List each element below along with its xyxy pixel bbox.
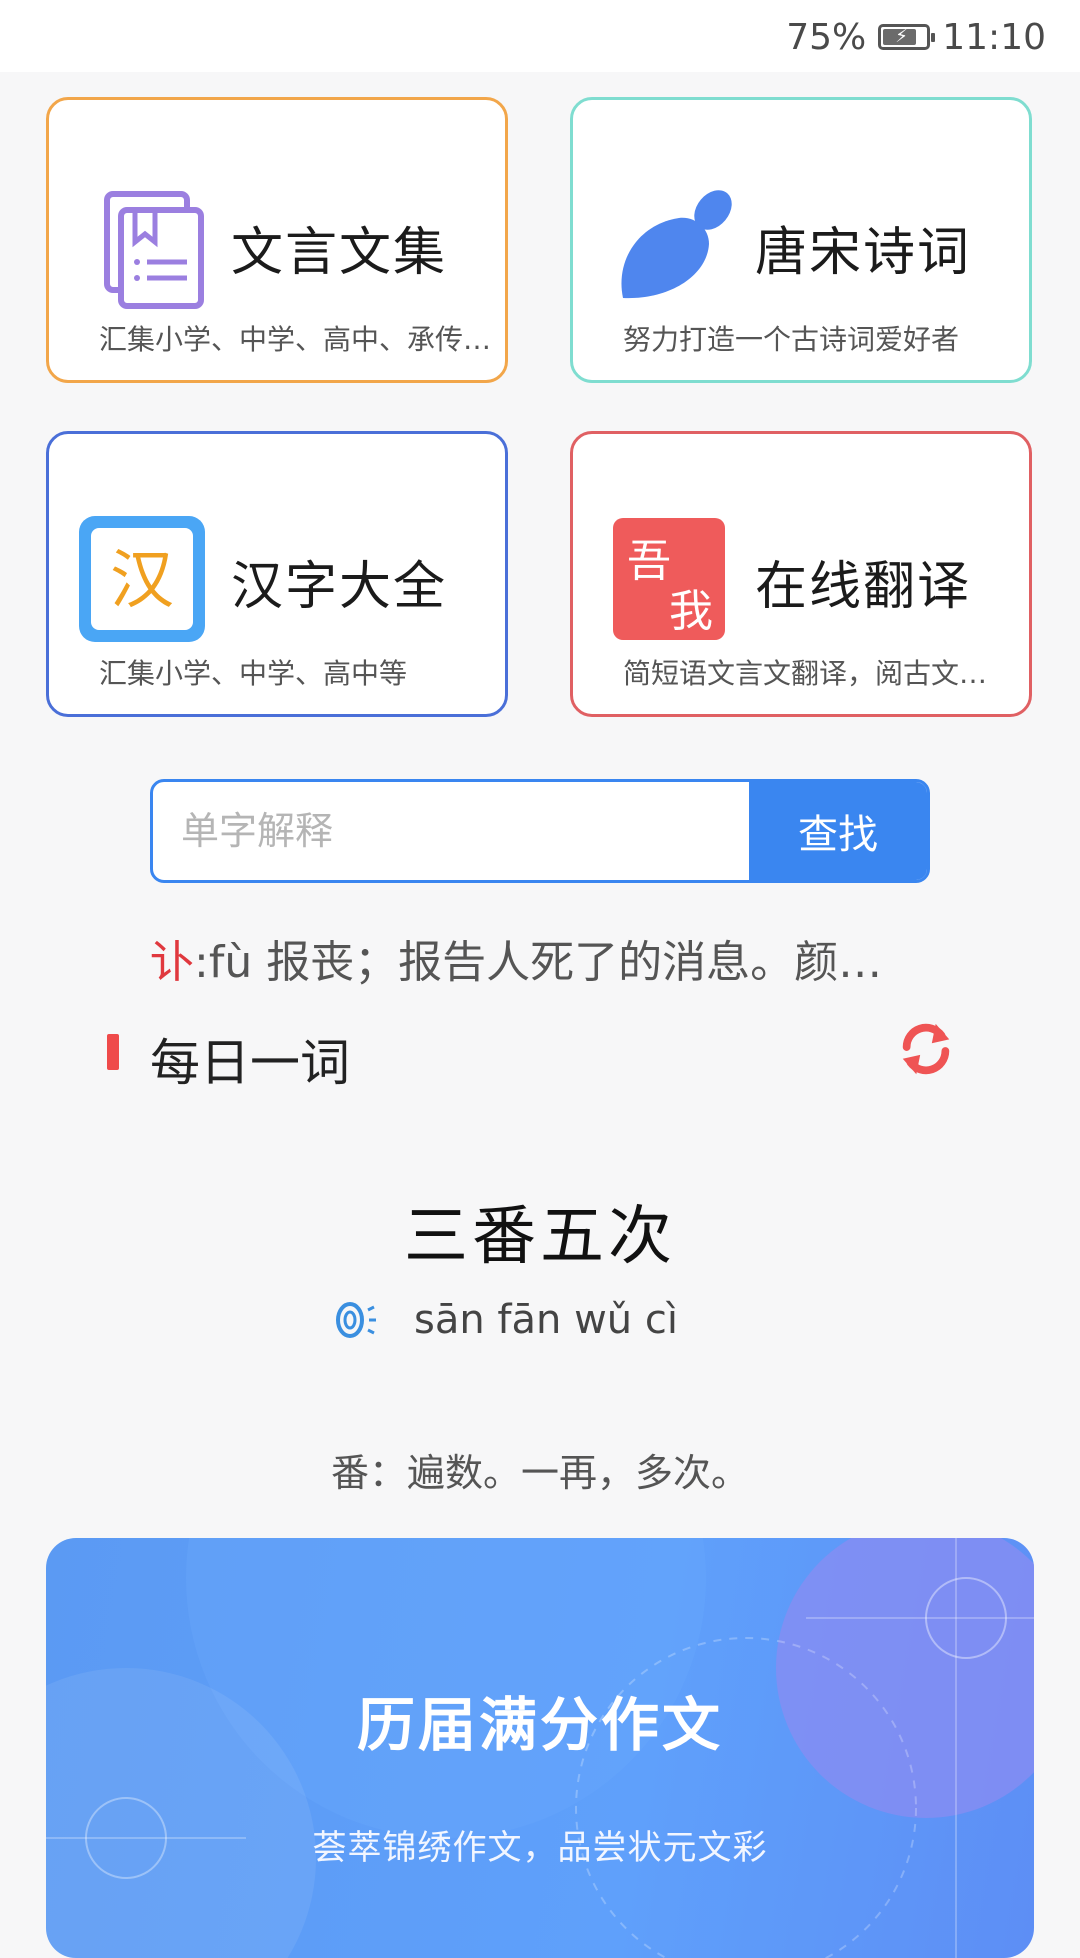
card-chinese-characters[interactable]: 汉 汉字大全 汇集小学、中学、高中等 bbox=[46, 431, 508, 717]
book-icon bbox=[104, 191, 204, 309]
brush-icon bbox=[621, 190, 732, 299]
lookup-result[interactable]: 讣:fù 报丧；报告人死了的消息。颜… bbox=[150, 926, 930, 990]
card-title: 汉字大全 bbox=[231, 557, 448, 617]
card-title: 文言文集 bbox=[231, 223, 448, 283]
card-desc: 努力打造一个古诗词爱好者 bbox=[623, 323, 960, 356]
card-desc: 汇集小学、中学、高中、承传… bbox=[99, 323, 492, 356]
translate-seal-icon: 吾 我 bbox=[613, 518, 725, 640]
char-search-input[interactable] bbox=[153, 782, 749, 880]
card-title: 在线翻译 bbox=[755, 557, 972, 617]
han-character-icon: 汉 bbox=[79, 516, 205, 642]
card-classical-prose[interactable]: 文言文集 汇集小学、中学、高中、承传… bbox=[46, 97, 508, 383]
full-score-essays-banner[interactable]: 历届满分作文 荟萃锦绣作文，品尝状元文彩 bbox=[46, 1538, 1034, 1958]
card-tang-song-poetry[interactable]: 唐宋诗词 努力打造一个古诗词爱好者 bbox=[570, 97, 1032, 383]
banner-title: 历届满分作文 bbox=[356, 1691, 723, 1759]
card-online-translate[interactable]: 吾 我 在线翻译 简短语文言文翻译，阅古文… bbox=[570, 431, 1032, 717]
daily-word-meaning: 番：遍数。一再，多次。 bbox=[330, 1451, 749, 1495]
banner-subtitle: 荟萃锦绣作文，品尝状元文彩 bbox=[312, 1828, 768, 1868]
clock: 11:10 bbox=[942, 16, 1046, 58]
daily-word-heading: 每日一词 bbox=[150, 1034, 350, 1092]
refresh-icon[interactable] bbox=[895, 1018, 957, 1080]
battery-percent: 75% bbox=[786, 16, 867, 58]
pinyin-row: sān fān wǔ cì bbox=[330, 1290, 678, 1350]
result-char: 讣 bbox=[150, 937, 194, 988]
daily-word-pinyin: sān fān wǔ cì bbox=[414, 1297, 678, 1343]
card-title: 唐宋诗词 bbox=[755, 223, 972, 283]
status-bar: 75% ⚡ 11:10 bbox=[0, 0, 1080, 72]
section-accent-bar bbox=[107, 1034, 119, 1070]
svg-text:吾: 吾 bbox=[627, 536, 671, 587]
status-right: 75% ⚡ 11:10 bbox=[786, 14, 1046, 60]
speaker-icon[interactable] bbox=[330, 1296, 378, 1344]
svg-text:我: 我 bbox=[669, 586, 713, 637]
search-button[interactable]: 查找 bbox=[749, 782, 927, 880]
card-desc: 简短语文言文翻译，阅古文… bbox=[623, 657, 988, 690]
battery-icon: ⚡ bbox=[878, 24, 936, 50]
svg-text:汉: 汉 bbox=[110, 544, 174, 618]
result-text: :fù 报丧；报告人死了的消息。颜… bbox=[194, 937, 883, 988]
daily-word: 三番五次 bbox=[404, 1200, 676, 1274]
card-desc: 汇集小学、中学、高中等 bbox=[99, 657, 408, 690]
char-search-bar: 查找 bbox=[150, 779, 930, 883]
